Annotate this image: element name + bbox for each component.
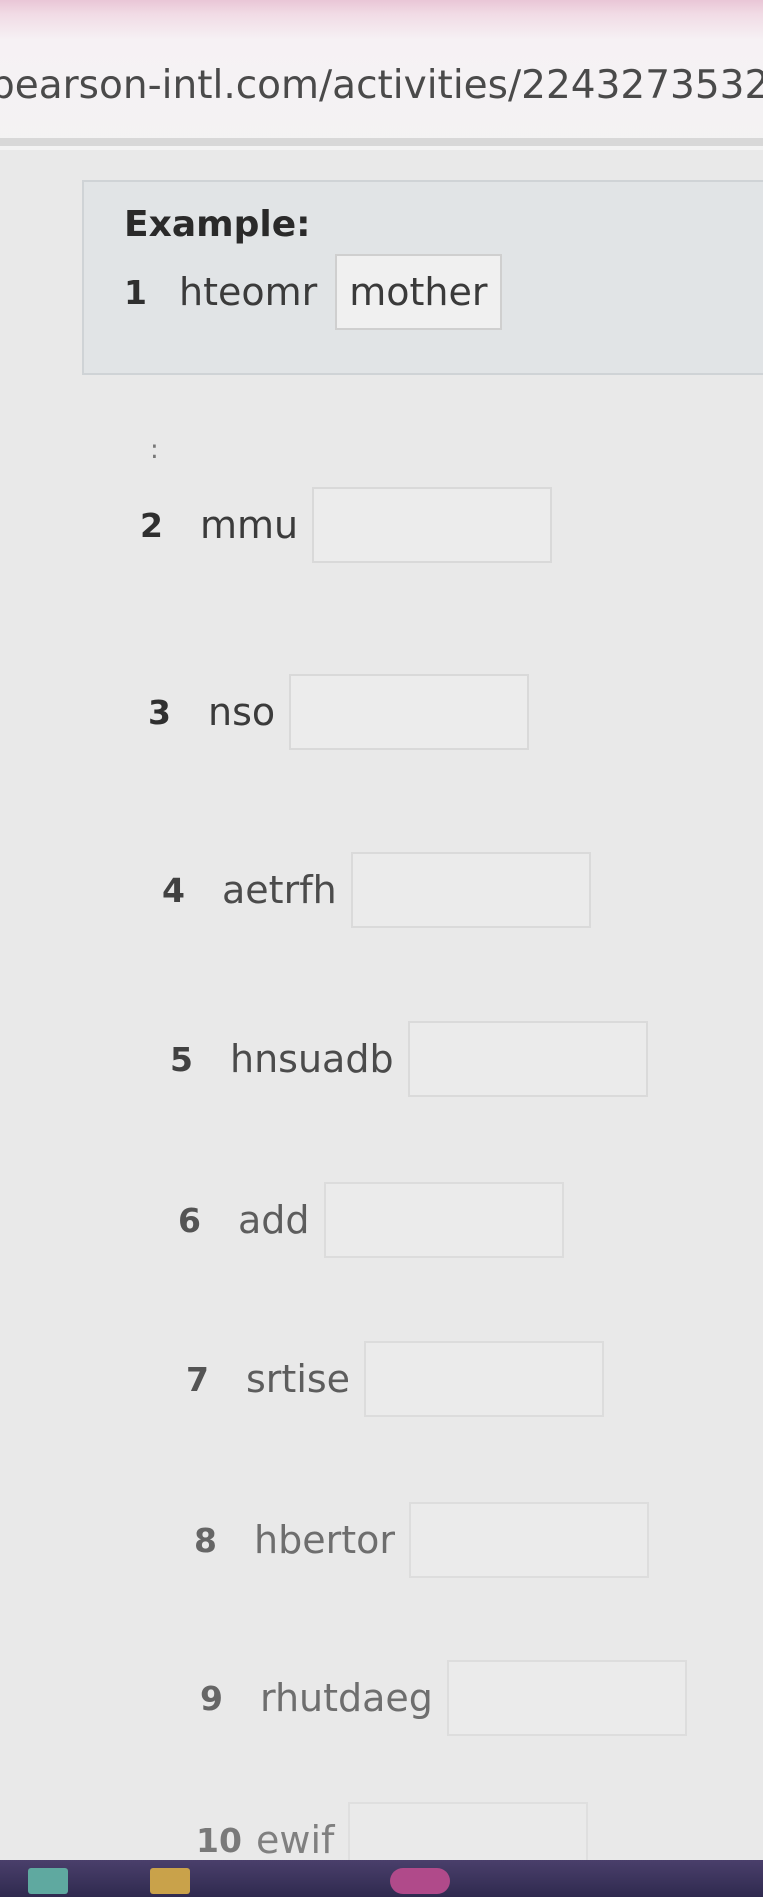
question-row-4: 4 aetrfh bbox=[162, 850, 591, 930]
scrambled-word: srtise bbox=[246, 1357, 351, 1401]
question-number: 4 bbox=[162, 870, 185, 910]
answer-input-4[interactable] bbox=[350, 852, 591, 928]
question-row-6: 6 add bbox=[178, 1180, 564, 1260]
scrambled-word: nso bbox=[208, 690, 276, 734]
question-row-9: 9 rhutdaeg bbox=[200, 1658, 687, 1738]
example-scrambled-word: hteomr bbox=[179, 270, 318, 314]
answer-input-9[interactable] bbox=[446, 1660, 687, 1736]
question-number: 7 bbox=[186, 1359, 209, 1399]
browser-chrome: pearson-intl.com/activities/2243273532/0… bbox=[0, 0, 763, 150]
question-row-5: 5 hnsuadb bbox=[170, 1019, 648, 1099]
question-row-8: 8 hbertor bbox=[194, 1500, 649, 1580]
question-number: 5 bbox=[170, 1039, 193, 1079]
answer-input-5[interactable] bbox=[407, 1021, 648, 1097]
scrambled-word: add bbox=[238, 1198, 310, 1242]
question-row-2: 2 mmu bbox=[140, 485, 553, 565]
scrambled-word: ewif bbox=[256, 1818, 335, 1862]
answer-input-8[interactable] bbox=[408, 1502, 649, 1578]
answer-input-2[interactable] bbox=[312, 487, 553, 563]
separator-mark: : bbox=[150, 435, 159, 465]
example-row: 1 hteomr mother bbox=[124, 252, 502, 332]
scrambled-word: mmu bbox=[200, 503, 299, 547]
file-explorer-icon[interactable] bbox=[150, 1868, 190, 1894]
question-number: 8 bbox=[194, 1520, 217, 1560]
taskbar bbox=[0, 1860, 763, 1897]
example-panel: Example: 1 hteomr mother bbox=[82, 180, 763, 375]
browser-icon[interactable] bbox=[390, 1868, 450, 1894]
question-number: 9 bbox=[200, 1678, 223, 1718]
question-number: 3 bbox=[148, 692, 171, 732]
url-text[interactable]: pearson-intl.com/activities/2243273532/0… bbox=[0, 63, 763, 108]
question-number: 6 bbox=[178, 1200, 201, 1240]
example-title: Example: bbox=[124, 204, 311, 245]
address-bar[interactable]: pearson-intl.com/activities/2243273532/0… bbox=[0, 45, 763, 125]
answer-input-6[interactable] bbox=[323, 1182, 564, 1258]
example-number: 1 bbox=[124, 272, 147, 312]
activity-page: Example: 1 hteomr mother : 2 mmu 3 nso 4… bbox=[0, 150, 763, 1878]
scrambled-word: aetrfh bbox=[222, 868, 337, 912]
scrambled-word: hnsuadb bbox=[230, 1037, 394, 1081]
question-number: 2 bbox=[140, 505, 163, 545]
question-number: 10 bbox=[196, 1820, 242, 1860]
answer-input-7[interactable] bbox=[364, 1341, 605, 1417]
question-row-7: 7 srtise bbox=[186, 1339, 605, 1419]
notes-app-icon[interactable] bbox=[28, 1868, 68, 1894]
question-row-3: 3 nso bbox=[148, 672, 530, 752]
answer-input-3[interactable] bbox=[289, 674, 530, 750]
scrambled-word: rhutdaeg bbox=[260, 1676, 433, 1720]
example-answer: mother bbox=[335, 254, 502, 330]
scrambled-word: hbertor bbox=[254, 1518, 395, 1562]
address-bar-divider bbox=[0, 138, 763, 146]
